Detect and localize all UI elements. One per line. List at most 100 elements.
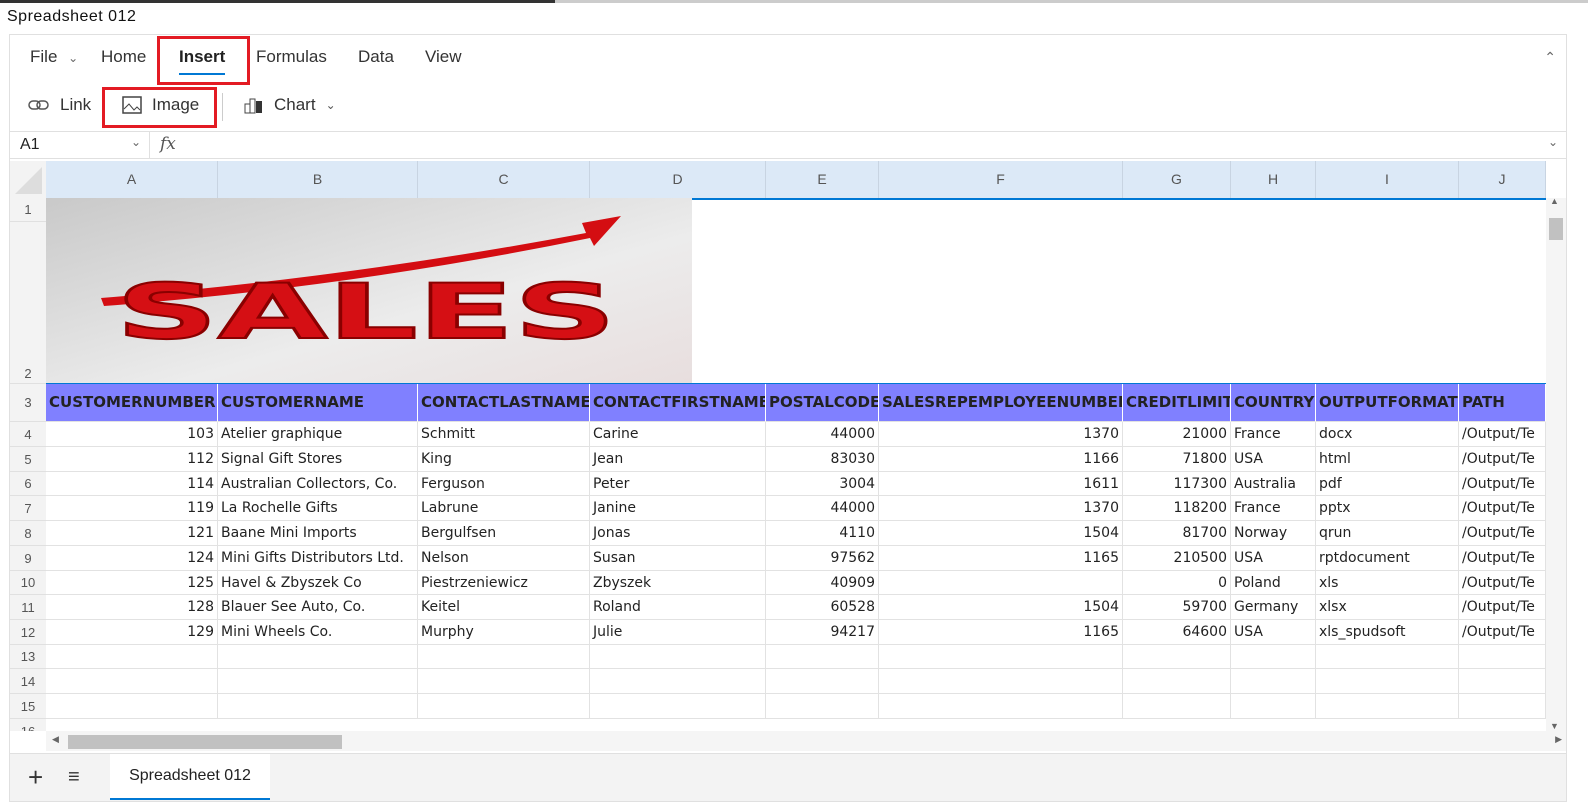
table-cell[interactable]	[879, 571, 1123, 595]
table-cell[interactable]	[1123, 645, 1231, 669]
expand-formula-icon[interactable]: ⌄	[1548, 135, 1558, 149]
table-cell[interactable]	[46, 694, 218, 719]
table-cell[interactable]: 4110	[766, 521, 879, 546]
table-cell[interactable]: Bergulfsen	[418, 521, 590, 546]
table-cell[interactable]: pdf	[1316, 472, 1459, 496]
table-cell[interactable]: 64600	[1123, 620, 1231, 645]
sheet-list-icon[interactable]: ≡	[68, 766, 80, 789]
row-header-7[interactable]: 7	[10, 496, 46, 521]
row-header-12[interactable]: 12	[10, 620, 46, 645]
header-cell[interactable]: CUSTOMERNAME	[218, 384, 418, 422]
table-cell[interactable]: Baane Mini Imports	[218, 521, 418, 546]
row-header-13[interactable]: 13	[10, 645, 46, 669]
chart-button[interactable]: Chart ⌄	[244, 95, 336, 115]
table-cell[interactable]: 121	[46, 521, 218, 546]
header-cell[interactable]: CREDITLIMIT	[1123, 384, 1231, 422]
table-cell[interactable]: /Output/Te	[1459, 571, 1546, 595]
table-cell[interactable]: Labrune	[418, 496, 590, 521]
table-cell[interactable]: 83030	[766, 447, 879, 472]
table-cell[interactable]: pptx	[1316, 496, 1459, 521]
header-cell[interactable]: SALESREPEMPLOYEENUMBER	[879, 384, 1123, 422]
vertical-scroll-thumb[interactable]	[1549, 218, 1563, 240]
table-cell[interactable]: Schmitt	[418, 422, 590, 447]
table-cell[interactable]	[418, 669, 590, 694]
table-cell[interactable]: Ferguson	[418, 472, 590, 496]
table-cell[interactable]	[766, 694, 879, 719]
table-cell[interactable]: /Output/Te	[1459, 546, 1546, 571]
row-header-5[interactable]: 5	[10, 447, 46, 472]
table-cell[interactable]: 1165	[879, 620, 1123, 645]
table-cell[interactable]: Peter	[590, 472, 766, 496]
table-cell[interactable]: Susan	[590, 546, 766, 571]
header-cell[interactable]: OUTPUTFORMAT	[1316, 384, 1459, 422]
column-header-H[interactable]: H	[1231, 161, 1316, 198]
table-cell[interactable]	[218, 694, 418, 719]
table-cell[interactable]: Poland	[1231, 571, 1316, 595]
table-cell[interactable]: Julie	[590, 620, 766, 645]
table-cell[interactable]	[1316, 645, 1459, 669]
table-cell[interactable]: 129	[46, 620, 218, 645]
table-cell[interactable]: Mini Wheels Co.	[218, 620, 418, 645]
tab-data[interactable]: Data	[358, 47, 394, 67]
tab-view[interactable]: View	[425, 47, 462, 67]
horizontal-scrollbar[interactable]: ◀ ▶	[46, 731, 1566, 751]
table-cell[interactable]: 21000	[1123, 422, 1231, 447]
sales-image[interactable]: SALES	[46, 198, 692, 384]
cell-grid[interactable]: SALES ABCDEFGHIJ12345678910111213141516C…	[10, 161, 1546, 731]
table-cell[interactable]: 124	[46, 546, 218, 571]
table-cell[interactable]	[879, 669, 1123, 694]
table-cell[interactable]	[418, 645, 590, 669]
table-cell[interactable]: 44000	[766, 422, 879, 447]
row-header-16[interactable]: 16	[10, 719, 46, 731]
table-cell[interactable]: Keitel	[418, 595, 590, 620]
table-cell[interactable]	[1123, 669, 1231, 694]
table-cell[interactable]: Janine	[590, 496, 766, 521]
table-cell[interactable]: 1504	[879, 521, 1123, 546]
table-cell[interactable]: 103	[46, 422, 218, 447]
table-cell[interactable]: qrun	[1316, 521, 1459, 546]
vertical-scrollbar[interactable]: ▲ ▼	[1546, 196, 1566, 731]
table-cell[interactable]: Roland	[590, 595, 766, 620]
table-cell[interactable]: xls_spudsoft	[1316, 620, 1459, 645]
link-button[interactable]: Link	[28, 95, 91, 115]
table-cell[interactable]	[1316, 694, 1459, 719]
table-cell[interactable]: USA	[1231, 620, 1316, 645]
select-all-corner[interactable]	[10, 161, 46, 198]
table-cell[interactable]: 3004	[766, 472, 879, 496]
table-cell[interactable]: 44000	[766, 496, 879, 521]
column-header-E[interactable]: E	[766, 161, 879, 198]
table-cell[interactable]: xls	[1316, 571, 1459, 595]
row-header-15[interactable]: 15	[10, 694, 46, 719]
table-cell[interactable]: xlsx	[1316, 595, 1459, 620]
table-cell[interactable]: Jonas	[590, 521, 766, 546]
table-cell[interactable]: Australian Collectors, Co.	[218, 472, 418, 496]
header-cell[interactable]: CONTACTFIRSTNAME	[590, 384, 766, 422]
table-cell[interactable]: html	[1316, 447, 1459, 472]
table-cell[interactable]: 1370	[879, 496, 1123, 521]
column-header-F[interactable]: F	[879, 161, 1123, 198]
collapse-ribbon-icon[interactable]: ⌃	[1544, 49, 1556, 66]
table-cell[interactable]: Piestrzeniewicz	[418, 571, 590, 595]
table-cell[interactable]: docx	[1316, 422, 1459, 447]
table-cell[interactable]: 118200	[1123, 496, 1231, 521]
table-cell[interactable]	[1316, 669, 1459, 694]
table-cell[interactable]: 1504	[879, 595, 1123, 620]
table-cell[interactable]: Murphy	[418, 620, 590, 645]
table-cell[interactable]: /Output/Te	[1459, 595, 1546, 620]
table-cell[interactable]: USA	[1231, 447, 1316, 472]
table-cell[interactable]: 119	[46, 496, 218, 521]
table-cell[interactable]: Blauer See Auto, Co.	[218, 595, 418, 620]
table-cell[interactable]: USA	[1231, 546, 1316, 571]
table-cell[interactable]: Atelier graphique	[218, 422, 418, 447]
table-cell[interactable]: 114	[46, 472, 218, 496]
table-cell[interactable]	[1231, 669, 1316, 694]
table-cell[interactable]	[1459, 645, 1546, 669]
table-cell[interactable]: 1611	[879, 472, 1123, 496]
header-cell[interactable]: CONTACTLASTNAME	[418, 384, 590, 422]
table-cell[interactable]	[1459, 694, 1546, 719]
header-cell[interactable]: PATH	[1459, 384, 1546, 422]
tab-file[interactable]: File ⌄	[30, 47, 78, 67]
table-cell[interactable]: /Output/Te	[1459, 472, 1546, 496]
table-cell[interactable]: Carine	[590, 422, 766, 447]
table-cell[interactable]: 60528	[766, 595, 879, 620]
